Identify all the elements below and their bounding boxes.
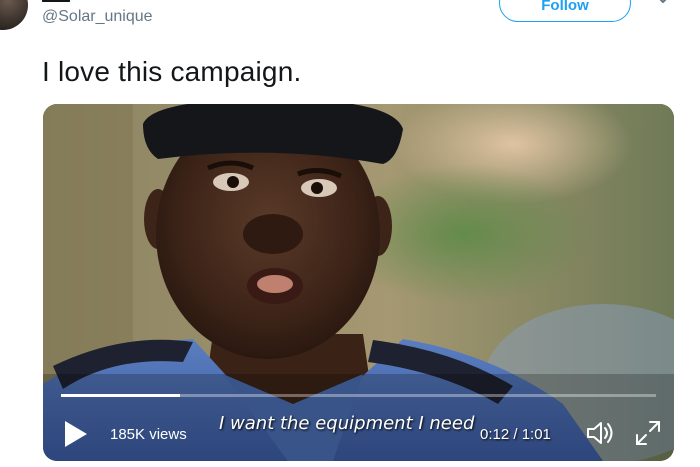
- avatar[interactable]: [0, 0, 28, 30]
- play-icon[interactable]: [63, 419, 89, 449]
- video-subtitle: I want the equipment I need: [219, 413, 475, 434]
- fullscreen-icon[interactable]: [633, 418, 663, 448]
- progress-fill: [61, 394, 180, 397]
- tweet-text: I love this campaign.: [42, 56, 302, 87]
- user-handle[interactable]: @Solar_unique: [42, 8, 153, 26]
- view-count: 185K views: [110, 426, 187, 443]
- chevron-down-icon[interactable]: [655, 0, 671, 8]
- video-frame: [43, 104, 674, 461]
- video-player[interactable]: 185K views I want the equipment I need 0…: [43, 104, 674, 461]
- progress-bar[interactable]: [61, 394, 656, 397]
- video-time: 0:12 / 1:01: [480, 426, 551, 443]
- follow-button[interactable]: Follow: [499, 0, 631, 22]
- volume-icon[interactable]: [585, 418, 617, 448]
- display-name[interactable]: [42, 0, 72, 2]
